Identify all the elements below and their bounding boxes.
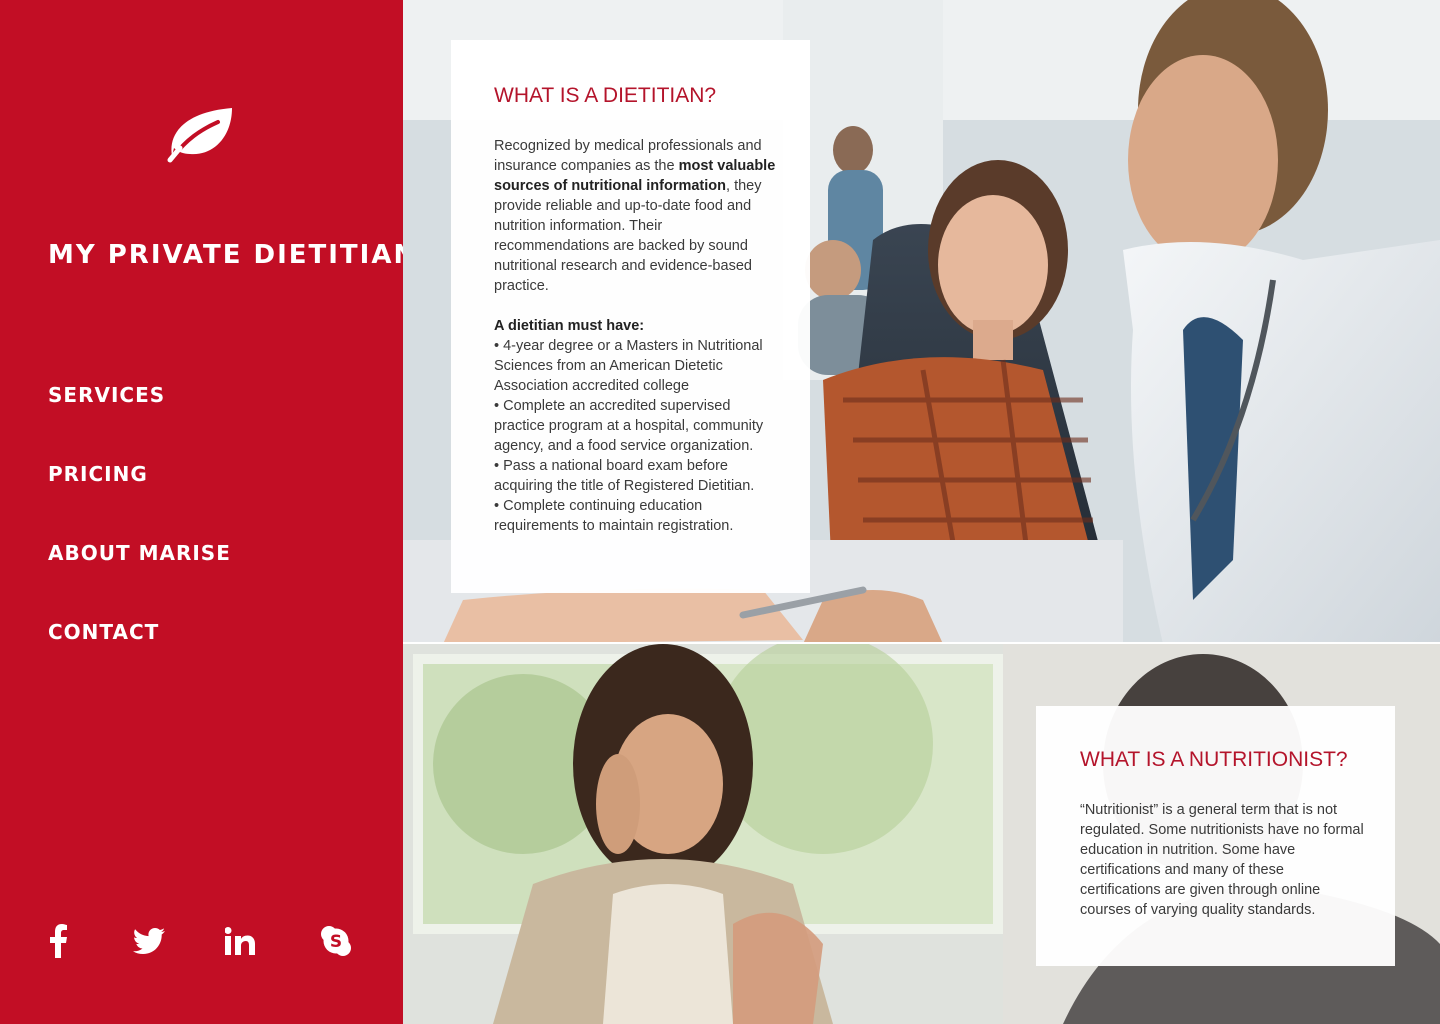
nutritionist-heading: WHAT IS A NUTRITIONIST? xyxy=(1080,748,1348,771)
facebook-icon[interactable] xyxy=(46,922,70,960)
dietitian-requirements: A dietitian must have: • 4-year degree o… xyxy=(494,316,780,536)
skype-icon[interactable]: S xyxy=(320,922,352,960)
must-have-label: A dietitian must have: xyxy=(494,318,645,334)
svg-text:S: S xyxy=(330,932,342,952)
brand-name[interactable]: MY PRIVATE DIETITIAN xyxy=(48,240,417,270)
requirement-item: • Complete continuing education requirem… xyxy=(494,498,734,534)
requirement-item: • Pass a national board exam before acqu… xyxy=(494,458,755,494)
sidebar: MY PRIVATE DIETITIAN SERVICES PRICING AB… xyxy=(0,0,415,1024)
linkedin-icon[interactable] xyxy=(224,922,256,960)
nutritionist-body: “Nutritionist” is a general term that is… xyxy=(1080,802,1364,918)
nutritionist-info-card: WHAT IS A NUTRITIONIST? “Nutritionist” i… xyxy=(1036,706,1395,966)
nav-services[interactable]: SERVICES xyxy=(48,380,231,459)
dietitian-heading: WHAT IS A DIETITIAN? xyxy=(494,84,717,107)
leaf-icon[interactable] xyxy=(166,104,238,164)
nav-contact[interactable]: CONTACT xyxy=(48,617,231,696)
requirement-item: • 4-year degree or a Masters in Nutritio… xyxy=(494,338,763,394)
requirement-item: • Complete an accredited supervised prac… xyxy=(494,398,764,454)
social-links: S xyxy=(46,922,366,962)
dietitian-info-card: WHAT IS A DIETITIAN? Recognized by medic… xyxy=(451,40,810,593)
main-nav: SERVICES PRICING ABOUT MARISE CONTACT xyxy=(48,380,231,696)
twitter-icon[interactable] xyxy=(132,922,166,960)
dietitian-intro: Recognized by medical professionals and … xyxy=(494,138,776,294)
nav-pricing[interactable]: PRICING xyxy=(48,459,231,538)
nav-about-marise[interactable]: ABOUT MARISE xyxy=(48,538,231,617)
